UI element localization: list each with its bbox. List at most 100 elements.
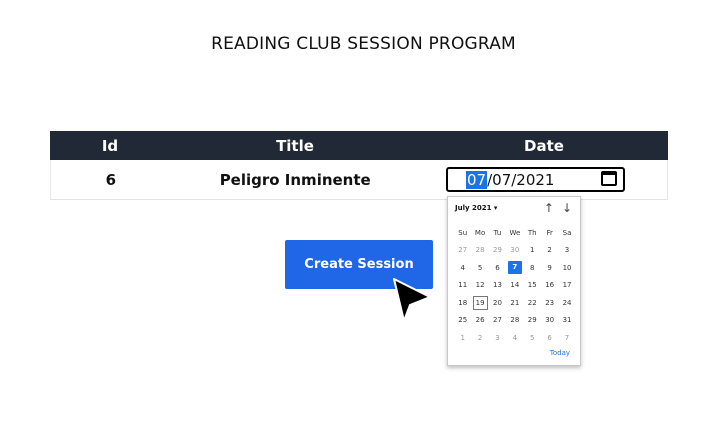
calendar-day-label: 29 [493, 246, 502, 255]
calendar-day[interactable]: 10 [558, 264, 575, 272]
previous-month-icon[interactable]: ↑ [544, 201, 554, 215]
calendar-day-label: 20 [493, 298, 502, 307]
calendar-day-label: 25 [458, 316, 468, 325]
calendar-day[interactable]: 14 [506, 281, 523, 289]
calendar-day-label: 10 [562, 263, 572, 272]
weekday-label: Fr [546, 228, 553, 237]
calendar-grid: Su Mo Tu We Th Fr Sa 27 28 29 30 1 2 3 4 5 6 7 8 9 10… [454, 224, 576, 347]
calendar-day-label: 6 [547, 333, 552, 342]
today-link[interactable]: Today [550, 349, 570, 357]
calendar-day-label: 12 [475, 281, 485, 290]
calendar-day-label: 1 [530, 246, 535, 255]
calendar-week-row: 1 2 3 4 5 6 7 [454, 329, 576, 347]
calendar-day[interactable]: 5 [524, 334, 541, 342]
calendar-day[interactable]: 11 [454, 281, 471, 289]
calendar-day-label: 15 [527, 281, 537, 290]
calendar-day-label: 16 [545, 281, 555, 290]
calendar-day[interactable]: 2 [541, 246, 558, 254]
calendar-day[interactable]: 1 [524, 246, 541, 254]
calendar-day-label: 5 [477, 263, 483, 272]
calendar-day[interactable]: 3 [558, 246, 575, 254]
calendar-day-label: 29 [527, 316, 537, 325]
calendar-day-label: 11 [458, 281, 468, 290]
calendar-day[interactable]: 27 [454, 246, 471, 254]
calendar-day[interactable]: 4 [454, 264, 471, 272]
weekday-label: Tu [493, 228, 502, 237]
calendar-day[interactable]: 28 [471, 246, 488, 254]
calendar-day-label: 30 [510, 246, 520, 255]
calendar-day-label: 31 [562, 316, 572, 325]
calendar-day-label: 6 [495, 263, 500, 272]
calendar-day[interactable]: 28 [506, 316, 523, 324]
calendar-day[interactable]: 26 [471, 316, 488, 324]
page-title: READING CLUB SESSION PROGRAM [211, 34, 516, 54]
calendar-day[interactable]: 30 [506, 246, 523, 254]
weekday-label: Sa [562, 228, 572, 237]
calendar-day-label: 22 [527, 298, 537, 307]
column-header-date: Date [524, 136, 564, 155]
weekday-label: Th [527, 228, 537, 237]
date-rest-segment[interactable]: /07/2021 [487, 171, 554, 189]
date-picker-popup: July 2021 ▾ ↑ ↓ Su Mo Tu We Th Fr Sa 27 2… [447, 196, 581, 366]
table-header: Id Title Date [50, 131, 668, 160]
calendar-day[interactable]: 6 [489, 264, 506, 272]
weekday-label: Su [458, 228, 468, 237]
calendar-day-label: 7 [507, 261, 522, 275]
month-year-dropdown[interactable]: July 2021 ▾ [455, 204, 497, 212]
column-header-title: Title [276, 136, 314, 155]
calendar-day-label: 8 [530, 263, 535, 272]
calendar-day-label: 4 [512, 333, 518, 342]
calendar-day[interactable]: 24 [558, 299, 575, 307]
calendar-day[interactable]: 6 [541, 334, 558, 342]
calendar-day-label: 30 [545, 316, 555, 325]
calendar-day-label: 23 [545, 298, 555, 307]
calendar-day[interactable]: 21 [506, 299, 523, 307]
date-input[interactable]: 07 /07/2021 [446, 167, 625, 192]
calendar-day[interactable]: 7 [558, 334, 575, 342]
calendar-day[interactable]: 5 [471, 264, 488, 272]
mouse-pointer-icon [393, 278, 431, 322]
row-id: 6 [105, 170, 117, 189]
calendar-day-label: 13 [493, 281, 502, 290]
calendar-day[interactable]: 29 [489, 246, 506, 254]
calendar-day[interactable]: 13 [489, 281, 506, 289]
calendar-day[interactable]: 31 [558, 316, 575, 324]
calendar-day-label: 24 [562, 298, 572, 307]
calendar-day[interactable]: 1 [454, 334, 471, 342]
calendar-day[interactable]: 18 [454, 299, 471, 307]
calendar-day[interactable]: 8 [524, 264, 541, 272]
calendar-day[interactable]: 25 [454, 316, 471, 324]
calendar-day-label: 1 [460, 333, 465, 342]
next-month-icon[interactable]: ↓ [562, 201, 572, 215]
calendar-day-label: 21 [510, 298, 520, 307]
calendar-day[interactable]: 22 [524, 299, 541, 307]
calendar-day[interactable]: 23 [541, 299, 558, 307]
calendar-day[interactable]: 3 [489, 334, 506, 342]
sessions-table: Id Title Date 6 Peligro Inminente 07 /07… [50, 131, 668, 200]
row-title: Peligro Inminente [219, 170, 371, 189]
date-value: 07 /07/2021 [466, 170, 554, 189]
calendar-day[interactable]: 17 [558, 281, 575, 289]
calendar-day[interactable]: 15 [524, 281, 541, 289]
calendar-day[interactable]: 20 [489, 299, 506, 307]
calendar-day[interactable]: 2 [471, 334, 488, 342]
calendar-icon[interactable] [601, 171, 617, 186]
calendar-day[interactable]: 9 [541, 264, 558, 272]
calendar-week-row: 18 19 20 21 22 23 24 [454, 294, 576, 312]
calendar-day[interactable]: 19 [471, 295, 488, 310]
calendar-day-label: 7 [564, 333, 570, 342]
weekday-label: We [509, 228, 521, 237]
calendar-day[interactable]: 4 [506, 334, 523, 342]
calendar-day[interactable]: 7 [506, 261, 523, 275]
calendar-day-label: 9 [547, 263, 552, 272]
calendar-day[interactable]: 27 [489, 316, 506, 324]
date-month-segment[interactable]: 07 [466, 170, 488, 189]
calendar-day-label: 14 [510, 281, 520, 290]
calendar-day[interactable]: 12 [471, 281, 488, 289]
calendar-day[interactable]: 16 [541, 281, 558, 289]
calendar-day-label: 28 [475, 246, 485, 255]
calendar-day[interactable]: 30 [541, 316, 558, 324]
calendar-nav: ↑ ↓ [544, 201, 572, 215]
calendar-day[interactable]: 29 [524, 316, 541, 324]
calendar-week-row: 25 26 27 28 29 30 31 [454, 312, 576, 330]
